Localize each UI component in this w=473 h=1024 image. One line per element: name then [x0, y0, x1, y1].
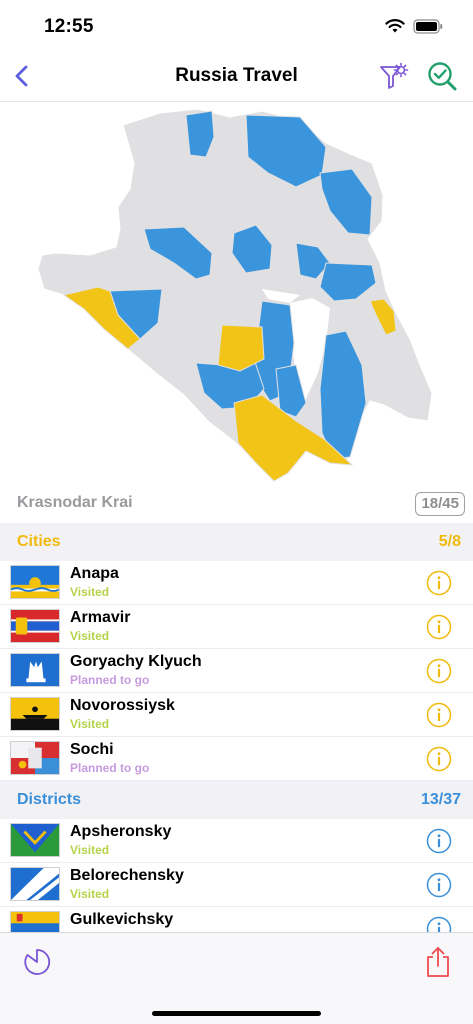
- list-item-status: Visited: [70, 843, 110, 857]
- list-item[interactable]: Belorechensky Visited: [0, 863, 473, 907]
- list-item-name: Novorossiysk: [70, 697, 175, 714]
- list-item-name: Gulkevichsky: [70, 911, 174, 928]
- share-icon[interactable]: [424, 946, 452, 978]
- list-item-status: Planned to go: [70, 761, 150, 775]
- list-item-name: Apsheronsky: [70, 823, 172, 840]
- battery-icon: [413, 18, 443, 34]
- list-item-status: Visited: [70, 887, 110, 901]
- apsheronsky-flag: [10, 823, 60, 857]
- list-item[interactable]: Apsheronsky Visited: [0, 819, 473, 863]
- goryachy-klyuch-flag: [10, 653, 60, 687]
- novorossiysk-flag: [10, 697, 60, 731]
- magnifier-check-icon[interactable]: [426, 60, 458, 92]
- list-item-name: Goryachy Klyuch: [70, 653, 202, 670]
- wifi-icon: [385, 19, 405, 33]
- districts-section-title: Districts: [17, 791, 82, 808]
- list-item-name: Armavir: [70, 609, 131, 626]
- info-icon[interactable]: [426, 872, 452, 898]
- cities-section-header[interactable]: Cities 5/8: [0, 523, 473, 561]
- info-icon[interactable]: [426, 614, 452, 640]
- list-item-status: Visited: [70, 629, 110, 643]
- districts-section-header[interactable]: Districts 13/37: [0, 781, 473, 819]
- filter-gear-icon[interactable]: [378, 61, 410, 93]
- info-icon[interactable]: [426, 658, 452, 684]
- list-item-name: Anapa: [70, 565, 119, 582]
- info-icon[interactable]: [426, 702, 452, 728]
- info-icon[interactable]: [426, 746, 452, 772]
- region-name: Krasnodar Krai: [17, 494, 133, 511]
- status-icons: [384, 18, 443, 34]
- list-item[interactable]: Novorossiysk Visited: [0, 693, 473, 737]
- list-item-status: Planned to go: [70, 673, 150, 687]
- anapa-flag: [10, 565, 60, 599]
- cities-section-title: Cities: [17, 533, 61, 550]
- status-bar: 12:55: [0, 0, 473, 50]
- region-header: Krasnodar Krai 18/45: [0, 485, 473, 523]
- info-icon[interactable]: [426, 570, 452, 596]
- belorechensky-flag: [10, 867, 60, 901]
- list-item-name: Sochi: [70, 741, 114, 758]
- cities-section-count: 5/8: [438, 533, 461, 550]
- list-item[interactable]: Anapa Visited: [0, 561, 473, 605]
- region-count-badge: 18/45: [415, 492, 465, 516]
- list-item[interactable]: Armavir Visited: [0, 605, 473, 649]
- districts-section-count: 13/37: [420, 791, 461, 808]
- home-indicator: [152, 1011, 321, 1016]
- navigation-bar: Russia Travel: [0, 50, 473, 102]
- armavir-flag: [10, 609, 60, 643]
- cities-list: Anapa Visited Armavir Visited Goryachy K…: [0, 561, 473, 781]
- list-item-name: Belorechensky: [70, 867, 184, 884]
- status-time: 12:55: [44, 16, 94, 37]
- region-map-svg[interactable]: [0, 103, 473, 485]
- region-map[interactable]: [0, 103, 473, 485]
- sochi-flag: [10, 741, 60, 775]
- list-item-status: Visited: [70, 717, 110, 731]
- info-icon[interactable]: [426, 828, 452, 854]
- list-item[interactable]: Goryachy Klyuch Planned to go: [0, 649, 473, 693]
- list-item[interactable]: Sochi Planned to go: [0, 737, 473, 781]
- list-item-status: Visited: [70, 585, 110, 599]
- rotate-icon[interactable]: [22, 947, 52, 977]
- bottom-toolbar: [0, 932, 473, 1024]
